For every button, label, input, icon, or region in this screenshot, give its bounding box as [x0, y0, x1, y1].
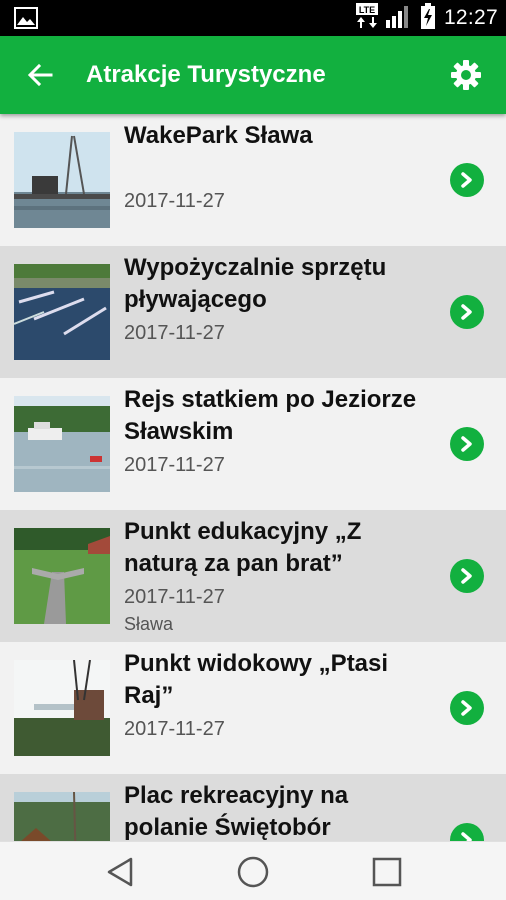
app-bar: Atrakcje Turystyczne: [0, 36, 506, 114]
nav-home-icon: [237, 856, 269, 888]
status-bar: LTE 12:27: [0, 0, 506, 36]
image-notification-icon: [14, 7, 38, 29]
item-title: Plac rekreacyjny na polanie Świętobór: [124, 782, 349, 841]
back-button[interactable]: [20, 55, 60, 95]
open-item-button[interactable]: [450, 559, 484, 593]
open-item-button[interactable]: [450, 295, 484, 329]
settings-button[interactable]: [448, 57, 484, 93]
item-thumbnail: [14, 264, 110, 360]
nav-back-button[interactable]: [102, 854, 138, 890]
screen: LTE 12:27 Atrakcje Turystyczne WakePark …: [0, 0, 506, 900]
open-item-button[interactable]: [450, 427, 484, 461]
system-navigation-bar: [0, 841, 506, 900]
open-item-button[interactable]: [450, 823, 484, 841]
item-thumbnail: [14, 132, 110, 228]
item-date: 2017-11-27: [124, 322, 225, 344]
signal-icon: [385, 4, 412, 33]
gear-icon: [451, 60, 481, 90]
open-item-button[interactable]: [450, 163, 484, 197]
item-thumbnail: [14, 660, 110, 756]
item-date: 2017-11-27: [124, 454, 225, 476]
item-thumbnail: [14, 396, 110, 492]
chevron-right-icon: [461, 832, 472, 841]
list-item[interactable]: Wypożyczalnie sprzętu pływającego 2017-1…: [0, 246, 506, 378]
nav-home-button[interactable]: [235, 854, 271, 890]
chevron-right-icon: [461, 436, 472, 452]
item-date: 2017-11-27: [124, 586, 225, 608]
item-title: WakePark Sława: [124, 122, 313, 149]
lte-label: LTE: [359, 5, 375, 15]
chevron-right-icon: [461, 172, 472, 188]
nav-recents-button[interactable]: [369, 854, 405, 890]
chevron-right-icon: [461, 568, 472, 584]
list-item[interactable]: WakePark Sława 2017-11-27: [0, 114, 506, 246]
list-item[interactable]: Punkt widokowy „Ptasi Raj” 2017-11-27: [0, 642, 506, 774]
list-item[interactable]: Plac rekreacyjny na polanie Świętobór: [0, 774, 506, 841]
item-date: 2017-11-27: [124, 190, 225, 212]
clock: 12:27: [443, 6, 498, 29]
list-item[interactable]: Rejs statkiem po Jeziorze Sławskim 2017-…: [0, 378, 506, 510]
open-item-button[interactable]: [450, 691, 484, 725]
lte-icon: LTE: [355, 2, 378, 34]
item-title: Punkt edukacyjny „Z naturą za pan brat”: [124, 518, 362, 577]
item-title: Rejs statkiem po Jeziorze Sławskim: [124, 386, 417, 445]
list-item[interactable]: Punkt edukacyjny „Z naturą za pan brat” …: [0, 510, 506, 642]
item-date: 2017-11-27: [124, 718, 225, 740]
arrow-back-icon: [27, 63, 53, 87]
nav-recents-icon: [372, 857, 402, 887]
page-title: Atrakcje Turystyczne: [86, 61, 326, 88]
item-title: Wypożyczalnie sprzętu pływającego: [124, 254, 387, 313]
nav-back-icon: [107, 857, 133, 887]
item-location: Sława: [124, 614, 174, 634]
item-thumbnail: [14, 792, 110, 841]
chevron-right-icon: [461, 304, 472, 320]
chevron-right-icon: [461, 700, 472, 716]
battery-charging-icon: [420, 2, 436, 34]
item-title: Punkt widokowy „Ptasi Raj”: [124, 650, 389, 709]
attractions-list[interactable]: WakePark Sława 2017-11-27 Wypożyczalnie …: [0, 114, 506, 841]
item-thumbnail: [14, 528, 110, 624]
